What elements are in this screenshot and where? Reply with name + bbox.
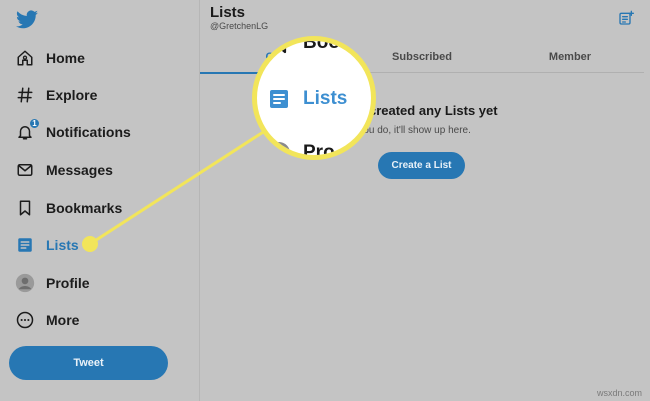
tab-label: Subscribed (392, 50, 452, 63)
page-title: Lists (210, 4, 246, 21)
sidebar-item-label: More (46, 312, 80, 328)
list-icon (270, 90, 288, 108)
tab-member[interactable]: Member (496, 40, 644, 73)
create-list-button[interactable]: Create a List (378, 152, 465, 179)
hashtag-icon (14, 84, 36, 106)
magnified-label: Pro (303, 142, 335, 160)
bell-icon: 1 (14, 118, 40, 143)
magnifier-callout: Boo Lists Pro (252, 36, 376, 160)
sidebar-item-profile[interactable]: Profile (14, 268, 90, 298)
sidebar-item-home[interactable]: Home (14, 43, 85, 73)
envelope-icon (14, 159, 36, 181)
sidebar-item-bookmarks[interactable]: Bookmarks (14, 193, 122, 223)
magnified-label: Lists (303, 88, 348, 109)
sidebar-item-messages[interactable]: Messages (14, 155, 113, 185)
sidebar-item-label: Profile (46, 275, 90, 291)
magnified-lists-item: Lists (267, 87, 347, 111)
home-icon (14, 47, 36, 69)
bookmark-icon (14, 197, 36, 219)
watermark: wsxdn.com (596, 388, 642, 398)
list-icon (14, 234, 36, 256)
sidebar-item-notifications[interactable]: 1 Notifications (14, 117, 131, 147)
sidebar: Home Explore 1 Notifications Messages Bo… (0, 0, 200, 401)
tab-label: Member (548, 50, 592, 63)
sidebar-item-label: Home (46, 50, 85, 66)
more-icon (14, 309, 36, 331)
twitter-bird-logo[interactable] (14, 8, 40, 32)
sidebar-item-label: Messages (46, 162, 113, 178)
user-handle: @GretchenLG (210, 21, 269, 31)
new-list-icon[interactable] (618, 10, 634, 26)
sidebar-item-lists[interactable]: Lists (14, 230, 79, 260)
notification-badge: 1 (29, 118, 40, 129)
sidebar-item-explore[interactable]: Explore (14, 80, 97, 110)
sidebar-item-label: Explore (46, 87, 98, 103)
tweet-button[interactable]: Tweet (9, 346, 168, 380)
sidebar-item-label: Notifications (46, 124, 131, 140)
sidebar-item-label: Bookmarks (46, 200, 123, 216)
sidebar-item-label: Lists (46, 237, 79, 253)
tab-subscribed[interactable]: Subscribed (348, 40, 496, 73)
avatar-icon (14, 272, 36, 294)
sidebar-item-more[interactable]: More (14, 305, 79, 335)
magnified-label: Boo (303, 36, 340, 53)
